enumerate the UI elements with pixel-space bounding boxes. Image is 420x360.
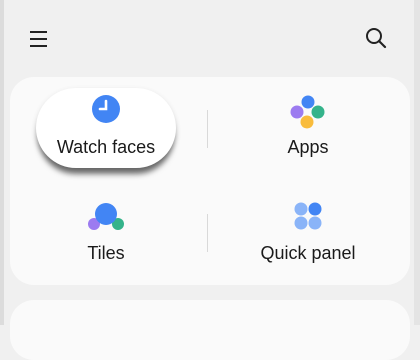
search-icon [366, 28, 387, 49]
apps-icon [290, 95, 325, 129]
grid-item-watch-faces[interactable]: Watch faces [36, 94, 176, 166]
menu-button[interactable] [24, 24, 54, 54]
grid-item-label: Watch faces [56, 137, 156, 157]
grid-item-apps[interactable]: Apps [238, 94, 378, 166]
grid-item-label: Tiles [87, 243, 125, 263]
tiles-icon [88, 203, 124, 230]
search-button[interactable] [360, 22, 392, 54]
menu-icon [30, 31, 47, 47]
header-bar [0, 0, 420, 75]
next-section-card [10, 300, 410, 360]
quick-panel-icon [294, 202, 322, 230]
grid-item-tiles[interactable]: Tiles [36, 200, 176, 272]
clock-icon [92, 95, 120, 123]
divider-vertical-bottom [207, 214, 208, 252]
divider-vertical-top [207, 110, 208, 148]
grid-item-quick-panel[interactable]: Quick panel [238, 200, 378, 272]
grid-item-label: Apps [287, 137, 329, 157]
grid-item-label: Quick panel [260, 243, 356, 263]
